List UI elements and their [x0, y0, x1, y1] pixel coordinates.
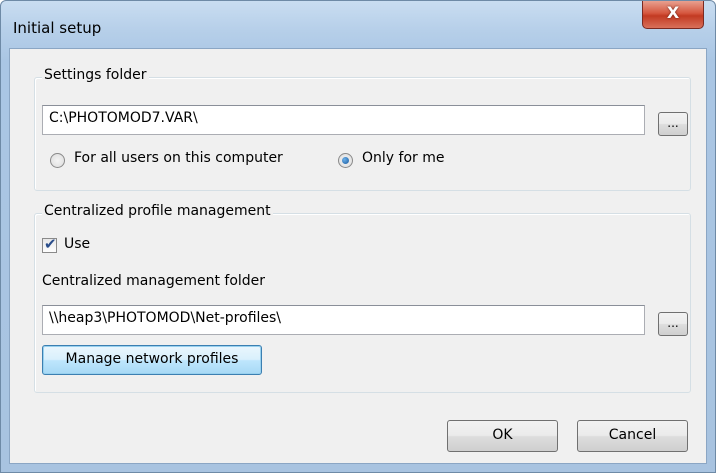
centralized-folder-label: Centralized management folder [42, 273, 266, 289]
radio-all-users-label[interactable]: For all users on this computer [74, 150, 283, 166]
use-checkbox-label[interactable]: Use [64, 236, 90, 252]
settings-folder-group-label: Settings folder [42, 67, 149, 83]
title-bar[interactable]: Initial setup X [1, 1, 715, 41]
close-button[interactable]: X [642, 1, 704, 29]
settings-folder-browse-button[interactable]: ... [658, 112, 688, 136]
centralized-group-label: Centralized profile management [42, 203, 273, 219]
radio-only-me[interactable] [338, 153, 353, 168]
window-title: Initial setup [13, 19, 102, 37]
radio-only-me-label[interactable]: Only for me [362, 150, 444, 166]
check-icon: ✔ [44, 235, 57, 253]
radio-all-users[interactable] [50, 153, 65, 168]
ok-button[interactable]: OK [447, 420, 558, 452]
centralized-folder-path-input[interactable]: \\heap3\PHOTOMOD\Net-profiles\ [42, 305, 645, 335]
use-checkbox[interactable]: ✔ [42, 235, 57, 253]
close-icon: X [666, 3, 680, 22]
dialog-window: Initial setup X Settings folder C:\PHOTO… [0, 0, 716, 473]
dialog-client-area: Settings folder C:\PHOTOMOD7.VAR\ ... Fo… [9, 48, 707, 464]
centralized-folder-browse-button[interactable]: ... [658, 312, 688, 336]
manage-network-profiles-button[interactable]: Manage network profiles [42, 345, 262, 375]
cancel-button[interactable]: Cancel [577, 420, 688, 452]
settings-folder-path-input[interactable]: C:\PHOTOMOD7.VAR\ [42, 105, 645, 135]
